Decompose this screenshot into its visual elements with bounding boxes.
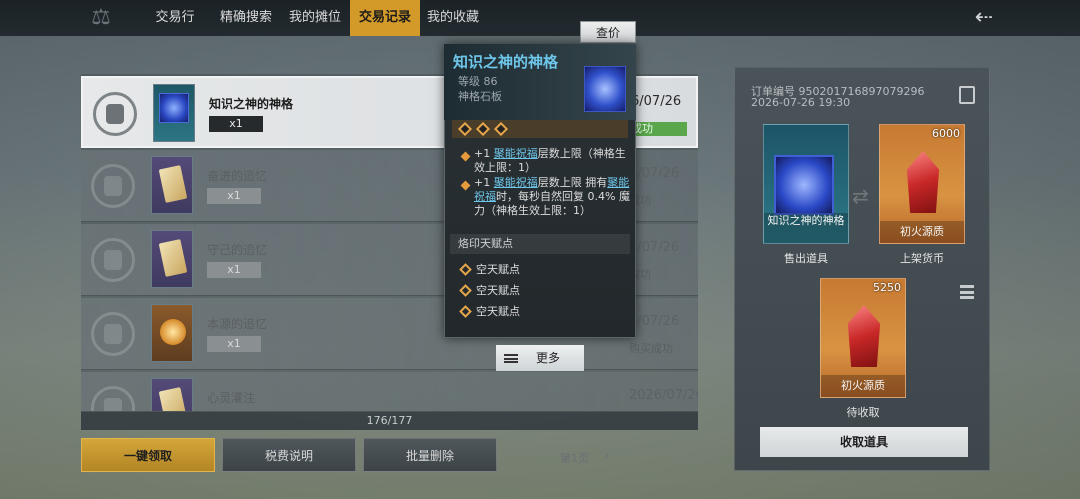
list-item[interactable]: 心灵灌注 2026/07/26 — [81, 372, 698, 412]
item-name: 本源的追忆 — [207, 317, 268, 331]
diamond-icon — [493, 121, 509, 137]
currency-amount: 6000 — [932, 127, 960, 140]
record-date: 2026/07/26 — [629, 388, 698, 403]
pending-name: 初火源质 — [821, 375, 905, 397]
currency-name: 初火源质 — [880, 221, 964, 243]
collect-items-button[interactable]: 收取道具 — [760, 427, 968, 457]
diamond-icon — [475, 121, 491, 137]
sold-item-slot[interactable]: 知识之神的神格 — [763, 124, 849, 244]
tab-my-favorites[interactable]: 我的收藏 — [420, 0, 486, 36]
item-quantity: x1 — [209, 116, 263, 132]
menu-icon — [504, 354, 518, 363]
order-time: 2026-07-26 19:30 — [751, 96, 851, 109]
record-date: 6/07/26 — [629, 166, 680, 181]
status-badge: 成功 — [629, 268, 651, 281]
item-thumbnail — [153, 84, 195, 142]
rank-diamonds — [452, 120, 628, 138]
swap-icon — [91, 386, 135, 411]
page-number: 第1页 — [560, 452, 589, 465]
menu-icon[interactable] — [960, 285, 974, 299]
tab-my-stall[interactable]: 我的摊位 — [282, 0, 348, 36]
copy-icon[interactable] — [959, 86, 975, 104]
tab-precise-search[interactable]: 精确搜索 — [213, 0, 279, 36]
pending-amount: 5250 — [873, 281, 901, 294]
tooltip-title: 知识之神的神格 — [453, 53, 559, 71]
pending-slot[interactable]: 5250 初火源质 — [820, 278, 906, 398]
item-quantity: x1 — [207, 262, 261, 278]
swap-icon — [91, 164, 135, 208]
item-name: 心灵灌注 — [207, 391, 256, 405]
item-thumbnail — [151, 156, 193, 214]
tooltip-type: 神格石板 — [458, 90, 502, 103]
swap-icon — [91, 238, 135, 282]
more-button[interactable]: 更多 — [496, 345, 584, 371]
status-badge: 成功 — [629, 194, 651, 207]
status-badge: 成功 — [631, 122, 687, 136]
item-name: 知识之神的神格 — [209, 97, 294, 111]
tab-auction-house[interactable]: 交易行 — [146, 0, 204, 36]
item-icon — [774, 155, 834, 215]
record-date: 6/07/26 — [631, 94, 682, 109]
empty-talent-slot: 空天赋点 — [476, 263, 520, 276]
talent-section-title: 烙印天赋点 — [450, 234, 630, 254]
tab-trade-records[interactable]: 交易记录 — [350, 0, 420, 36]
item-quantity: x1 — [207, 188, 261, 204]
record-count: 176/177 — [81, 412, 698, 430]
tooltip-level: 等级 86 — [458, 75, 498, 88]
record-date: 6/07/26 — [629, 314, 680, 329]
item-name: 守己的追忆 — [207, 243, 268, 257]
effect-line-2: +1 聚能祝福层数上限 拥有聚能祝福时，每秒自然回复 0.4% 魔力（神格生效上… — [474, 176, 630, 217]
status-badge: 购买成功 — [629, 342, 673, 355]
sold-item-name: 知识之神的神格 — [764, 213, 848, 243]
pending-caption: 待收取 — [846, 406, 880, 419]
effect-line-1: +1 聚能祝福层数上限（神格生效上限：1） — [474, 147, 626, 174]
item-thumbnail — [151, 230, 193, 288]
tax-info-button[interactable]: 税费说明 — [222, 438, 356, 472]
swap-icon — [93, 92, 137, 136]
item-name: 奋进的追忆 — [207, 169, 268, 183]
next-page-icon[interactable]: › — [604, 448, 610, 464]
record-date: 6/07/26 — [629, 240, 680, 255]
blessing-link[interactable]: 聚能祝福 — [494, 147, 538, 160]
more-label: 更多 — [536, 351, 561, 365]
empty-talent-slot: 空天赋点 — [476, 284, 520, 297]
item-thumbnail — [151, 304, 193, 362]
blessing-link[interactable]: 聚能祝福 — [494, 176, 538, 189]
empty-talent-slot: 空天赋点 — [476, 305, 520, 318]
currency-slot[interactable]: 6000 初火源质 — [879, 124, 965, 244]
diamond-icon — [457, 121, 473, 137]
crystal-icon — [906, 151, 940, 213]
sold-item-caption: 售出道具 — [784, 252, 828, 265]
back-arrow-icon[interactable]: ⇠ — [966, 6, 1002, 30]
claim-all-button[interactable]: 一键领取 — [81, 438, 215, 472]
swap-icon — [91, 312, 135, 356]
tooltip-item-icon — [584, 66, 626, 112]
crystal-icon — [847, 305, 881, 367]
currency-caption: 上架货币 — [900, 252, 944, 265]
batch-delete-button[interactable]: 批量删除 — [363, 438, 497, 472]
exchange-arrows-icon: ⇄ — [852, 184, 869, 208]
item-thumbnail — [151, 378, 193, 411]
item-quantity: x1 — [207, 336, 261, 352]
scales-icon: ⚖ — [91, 5, 111, 30]
check-price-button[interactable]: 查价 — [580, 21, 636, 43]
